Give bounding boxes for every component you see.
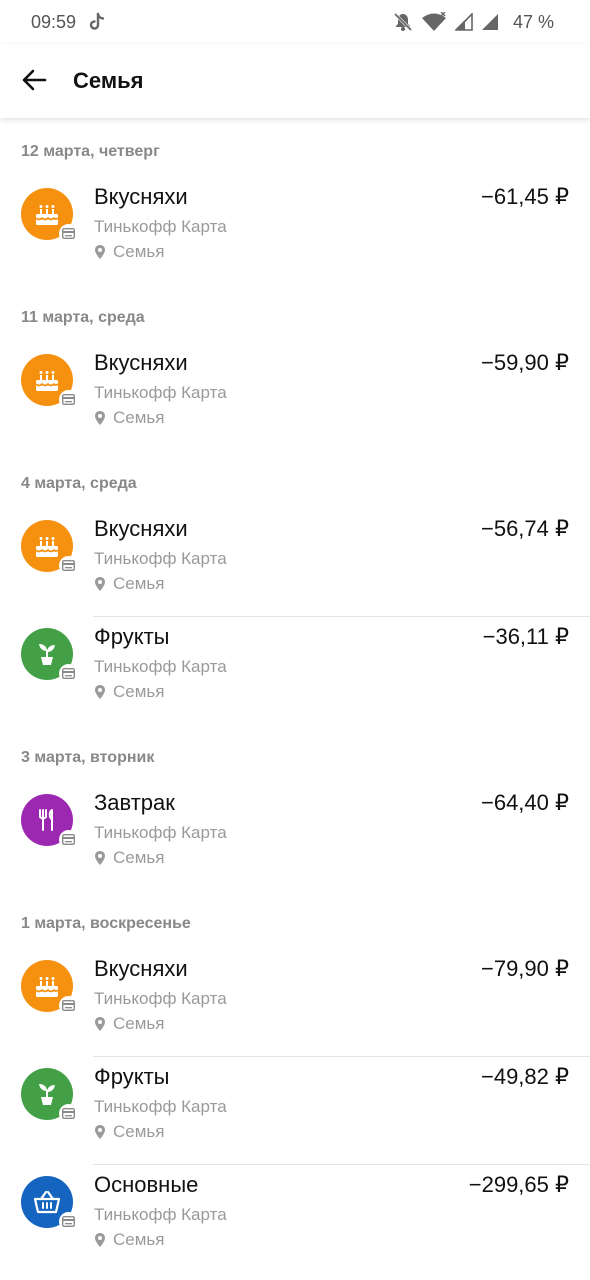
location-pin-icon: [94, 1232, 106, 1248]
transaction-amount: −79,90 ₽: [480, 956, 569, 981]
date-header: 3 марта, вторник: [21, 749, 155, 766]
transaction-category: Фрукты: [94, 624, 170, 649]
status-time: 09:59: [31, 12, 77, 32]
card-icon: [59, 996, 78, 1015]
transaction-account: Тинькофф Карта: [94, 217, 227, 236]
transaction-amount: −56,74 ₽: [480, 516, 569, 541]
row-divider: [93, 1056, 590, 1057]
transaction-row[interactable]: Вкусняхи Тинькофф Карта Семья −61,45 ₽: [0, 176, 590, 284]
budget-label: Семья: [113, 574, 165, 593]
signal-icon-2: [481, 14, 498, 30]
transaction-account: Тинькофф Карта: [94, 657, 227, 676]
date-header: 1 марта, воскресенье: [21, 915, 191, 932]
transaction-amount: −36,11 ₽: [482, 624, 569, 649]
budget-label: Семья: [113, 1230, 165, 1249]
transaction-list[interactable]: 12 марта, четверг Вкусняхи Тинькофф Карта С…: [0, 118, 590, 1272]
wifi-icon: [421, 12, 446, 31]
date-header: 4 марта, среда: [21, 475, 137, 492]
transaction-amount: −299,65 ₽: [468, 1172, 569, 1197]
transaction-budget: Семья: [94, 682, 164, 702]
cake-icon: [33, 366, 61, 394]
transaction-category: Вкусняхи: [94, 350, 188, 375]
budget-label: Семья: [113, 682, 165, 701]
transaction-account: Тинькофф Карта: [94, 383, 227, 402]
basket-icon: [32, 1188, 62, 1216]
status-bar: 09:59 47 %: [0, 0, 590, 44]
transaction-category: Вкусняхи: [94, 956, 188, 981]
transaction-row[interactable]: Завтрак Тинькофф Карта Семья −64,40 ₽: [0, 782, 590, 890]
plant-icon: [33, 640, 61, 668]
transaction-budget: Семья: [94, 1014, 164, 1034]
battery-level: 47 %: [512, 11, 554, 32]
transaction-account: Тинькофф Карта: [94, 989, 227, 1008]
card-icon: [59, 830, 78, 849]
plant-icon: [33, 1080, 61, 1108]
arrow-left-icon: [22, 69, 47, 91]
transaction-account: Тинькофф Карта: [94, 1205, 227, 1224]
cake-icon: [33, 972, 61, 1000]
date-header: 11 марта, среда: [21, 309, 145, 326]
transaction-category: Фрукты: [94, 1064, 170, 1089]
budget-label: Семья: [113, 408, 165, 427]
cake-icon: [33, 532, 61, 560]
budget-label: Семья: [113, 1014, 165, 1033]
signal-icon: [454, 13, 473, 31]
transaction-budget: Семья: [94, 242, 164, 262]
transaction-row[interactable]: Вкусняхи Тинькофф Карта Семья −59,90 ₽: [0, 342, 590, 450]
transaction-budget: Семья: [94, 1230, 164, 1250]
transaction-account: Тинькофф Карта: [94, 823, 227, 842]
transaction-row[interactable]: Вкусняхи Тинькофф Карта Семья −79,90 ₽: [0, 948, 590, 1056]
transaction-amount: −49,82 ₽: [480, 1064, 569, 1089]
transaction-account: Тинькофф Карта: [94, 549, 227, 568]
card-icon: [59, 390, 78, 409]
transaction-category: Завтрак: [94, 790, 175, 815]
transaction-budget: Семья: [94, 1122, 164, 1142]
budget-label: Семья: [113, 242, 165, 261]
row-divider: [93, 1164, 590, 1165]
transaction-row[interactable]: Основные Тинькофф Карта Семья −299,65 ₽: [0, 1164, 590, 1272]
location-pin-icon: [94, 1016, 106, 1032]
transaction-amount: −61,45 ₽: [480, 184, 569, 209]
tiktok-icon: [89, 12, 105, 30]
transaction-amount: −64,40 ₽: [480, 790, 569, 815]
back-button[interactable]: [12, 58, 56, 102]
row-divider: [93, 616, 590, 617]
transaction-category: Основные: [94, 1172, 199, 1197]
transaction-category: Вкусняхи: [94, 184, 188, 209]
page-title: Семья: [73, 68, 144, 93]
budget-label: Семья: [113, 1122, 165, 1141]
transaction-budget: Семья: [94, 408, 164, 428]
transaction-budget: Семья: [94, 848, 164, 868]
date-header: 12 марта, четверг: [21, 143, 160, 160]
card-icon: [59, 1212, 78, 1231]
app-bar: Семья: [0, 44, 590, 118]
card-icon: [59, 556, 78, 575]
notifications-off-icon: [393, 12, 413, 32]
card-icon: [59, 664, 78, 683]
status-icons: 47 %: [393, 10, 554, 34]
transaction-category: Вкусняхи: [94, 516, 188, 541]
location-pin-icon: [94, 1124, 106, 1140]
cake-icon: [33, 200, 61, 228]
transaction-row[interactable]: Фрукты Тинькофф Карта Семья −49,82 ₽: [0, 1056, 590, 1164]
transaction-account: Тинькофф Карта: [94, 1097, 227, 1116]
transaction-row[interactable]: Фрукты Тинькофф Карта Семья −36,11 ₽: [0, 616, 590, 724]
location-pin-icon: [94, 684, 106, 700]
transaction-budget: Семья: [94, 574, 164, 594]
transaction-amount: −59,90 ₽: [480, 350, 569, 375]
location-pin-icon: [94, 244, 106, 260]
card-icon: [59, 1104, 78, 1123]
location-pin-icon: [94, 410, 106, 426]
location-pin-icon: [94, 850, 106, 866]
cutlery-icon: [33, 806, 61, 834]
location-pin-icon: [94, 576, 106, 592]
card-icon: [59, 224, 78, 243]
transaction-row[interactable]: Вкусняхи Тинькофф Карта Семья −56,74 ₽: [0, 508, 590, 616]
budget-label: Семья: [113, 848, 165, 867]
